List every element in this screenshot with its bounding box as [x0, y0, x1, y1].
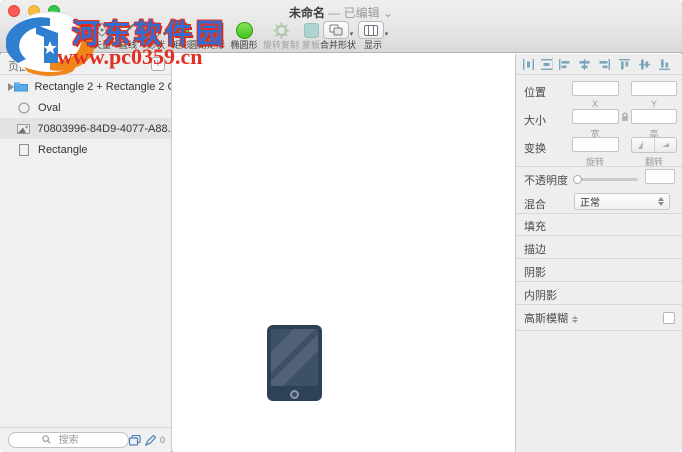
- layer-row-oval[interactable]: Oval: [0, 97, 171, 118]
- align-bottom-icon[interactable]: [658, 58, 671, 71]
- divider: [516, 235, 682, 236]
- opacity-slider-knob[interactable]: [573, 175, 582, 184]
- position-y-input[interactable]: [631, 81, 677, 96]
- gaussian-blur-section[interactable]: 高斯模糊: [524, 310, 578, 326]
- layer-row-image[interactable]: 70803996-84D9-4077-A88...: [0, 118, 171, 139]
- image-layer-icon: [16, 123, 31, 134]
- transform-label: 变换: [524, 143, 546, 155]
- document-title: 未命名: [288, 6, 325, 20]
- align-left-icon[interactable]: [558, 58, 571, 71]
- watermark-site-url: www.pc0359.cn: [57, 44, 203, 69]
- rectangle-layer-icon: [16, 143, 32, 156]
- layer-name: Oval: [38, 101, 61, 114]
- divider: [552, 57, 553, 71]
- opacity-label: 不透明度: [524, 175, 568, 187]
- tool-label: 旋转复制: [262, 40, 299, 50]
- blur-type-arrows-icon[interactable]: [572, 315, 578, 323]
- borders-section[interactable]: 描边: [524, 241, 546, 257]
- position-x-input[interactable]: [572, 81, 619, 96]
- tool-oval[interactable]: 椭圆形: [227, 20, 261, 52]
- divider: [516, 304, 682, 305]
- filter-count: 0: [159, 435, 165, 445]
- x-sublabel: X: [591, 99, 598, 109]
- tablet-screen: [271, 329, 318, 386]
- distribute-horizontally-icon[interactable]: [522, 58, 535, 71]
- blend-mode-select[interactable]: 正常: [574, 193, 670, 210]
- tool-view[interactable]: ▾ 显示: [357, 20, 389, 52]
- width-input[interactable]: [572, 109, 619, 124]
- blend-mode-value: 正常: [580, 198, 600, 209]
- edited-status: 已编辑: [343, 6, 380, 20]
- folder-icon: [14, 81, 29, 92]
- popup-arrows-icon: [658, 197, 664, 206]
- layer-name: Rectangle: [38, 143, 88, 156]
- align-right-icon[interactable]: [598, 58, 611, 71]
- window-layout-icon: ▾: [357, 20, 389, 40]
- position-label: 位置: [524, 87, 546, 99]
- layer-name: 70803996-84D9-4077-A88...: [37, 122, 171, 135]
- pages-stack-icon[interactable]: [129, 435, 141, 446]
- divider: [516, 330, 682, 331]
- inspector-panel: 位置 X Y 大小 宽 高 变换 旋转 翻转 不透明度 混合 正常 填充 描边 …: [515, 54, 682, 452]
- layer-row-rectangle[interactable]: Rectangle: [0, 139, 171, 160]
- rotate-input[interactable]: [572, 137, 619, 152]
- lock-icon[interactable]: [621, 112, 629, 122]
- rotate-copy-gear-icon: [273, 20, 290, 40]
- gaussian-blur-label: 高斯模糊: [524, 313, 568, 325]
- sketch-window: 未命名 — 已编辑 ⌄ 裁刀 矢量 直线: [0, 0, 682, 452]
- tool-merge-shapes[interactable]: ▾ 合并形状: [316, 20, 360, 52]
- chevron-down-icon: ▾: [384, 31, 389, 38]
- shadows-section[interactable]: 阴影: [524, 264, 546, 280]
- layer-name: Rectangle 2 + Rectangle 2 C...: [34, 80, 171, 93]
- tablet-home-button: [290, 390, 299, 399]
- size-label: 大小: [524, 115, 546, 127]
- tool-label: 椭圆形: [230, 40, 258, 50]
- search-input[interactable]: [8, 432, 129, 448]
- tablet-artwork[interactable]: [267, 325, 322, 401]
- divider: [516, 166, 682, 167]
- y-sublabel: Y: [650, 99, 657, 109]
- filter-pen-icon[interactable]: [145, 435, 156, 446]
- align-center-horizontal-icon[interactable]: [578, 58, 591, 71]
- chevron-down-icon: ▾: [349, 31, 354, 38]
- tool-label: 显示: [363, 40, 382, 50]
- sidebar-footer: 0: [0, 427, 171, 452]
- flip-vertical-button[interactable]: [655, 138, 677, 152]
- divider: [516, 213, 682, 214]
- gaussian-blur-checkbox[interactable]: [663, 312, 675, 324]
- oval-layer-icon: [16, 102, 32, 114]
- boolean-operations-icon: ▾: [322, 20, 354, 40]
- flip-horizontal-button[interactable]: [632, 138, 655, 152]
- opacity-slider[interactable]: [576, 178, 638, 181]
- tool-label: 合并形状: [319, 40, 356, 50]
- align-middle-vertical-icon[interactable]: [638, 58, 651, 71]
- divider: [516, 281, 682, 282]
- search-icon: [42, 435, 51, 444]
- layers-sidebar: 页面 + Rectangle 2 + Rectangle 2 C... Oval…: [0, 54, 172, 452]
- height-input[interactable]: [631, 109, 677, 124]
- title-chevron-icon[interactable]: ⌄: [383, 6, 393, 20]
- divider: [516, 258, 682, 259]
- flip-segmented-control: [631, 137, 677, 153]
- fills-section[interactable]: 填充: [524, 218, 546, 234]
- oval-shape-icon: [235, 20, 253, 40]
- tool-rotate-copy: 旋转复制: [259, 20, 303, 52]
- opacity-input[interactable]: [645, 169, 675, 184]
- alignment-toolbar: [516, 54, 682, 75]
- align-top-icon[interactable]: [618, 58, 631, 71]
- inner-shadows-section[interactable]: 内阴影: [524, 287, 557, 303]
- title-separator: —: [328, 6, 341, 20]
- canvas[interactable]: [173, 54, 515, 452]
- blend-label: 混合: [524, 199, 546, 211]
